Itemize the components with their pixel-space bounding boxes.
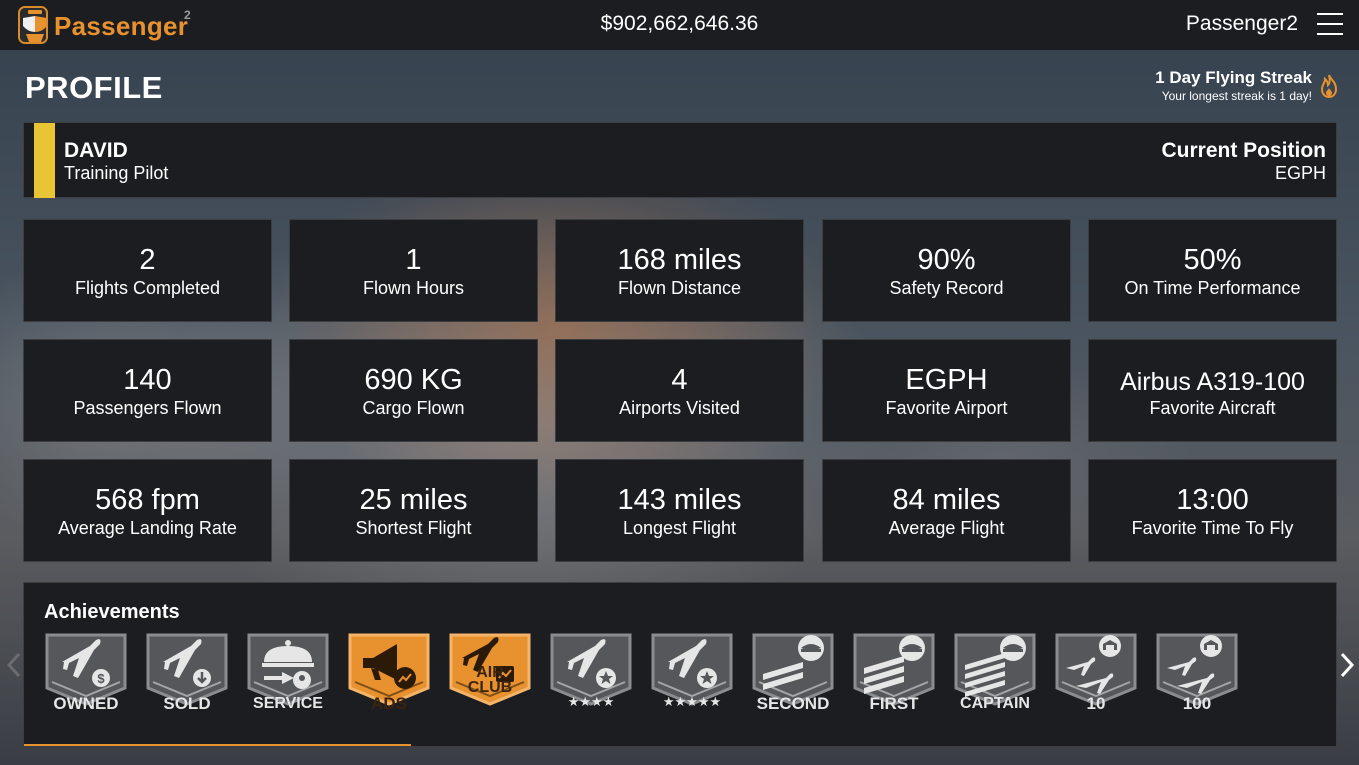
stat-airports-visited: 4 Airports Visited xyxy=(555,339,804,442)
stat-label: Average Flight xyxy=(888,518,1005,538)
stat-label: Average Landing Rate xyxy=(58,518,237,538)
achievement-label: SECOND xyxy=(756,694,830,713)
achievement-label: AIR xyxy=(476,664,504,681)
stat-value: 84 miles xyxy=(892,484,1001,516)
stat-value: 690 KG xyxy=(364,364,463,396)
stat-label: Flights Completed xyxy=(74,278,221,298)
achievement-badge[interactable]: ★★★★ xyxy=(549,632,633,709)
achievement-badge[interactable]: FIRST xyxy=(852,632,936,712)
stat-favorite-aircraft: Airbus A319-100 Favorite Aircraft xyxy=(1088,339,1337,442)
rank-color-stripe xyxy=(34,123,55,198)
stat-on-time-performance: 50% On Time Performance xyxy=(1088,219,1337,322)
stat-label: Favorite Time To Fly xyxy=(1131,518,1294,538)
stat-value: 25 miles xyxy=(359,484,468,516)
stat-value: 140 xyxy=(123,364,172,396)
achievement-badge[interactable]: $ OWNED xyxy=(44,632,128,712)
stat-label: Cargo Flown xyxy=(362,398,465,418)
stat-value: 90% xyxy=(917,244,976,276)
stat-label: On Time Performance xyxy=(1124,278,1301,298)
stat-value: 13:00 xyxy=(1176,484,1249,516)
stat-cargo-flown: 690 KG Cargo Flown xyxy=(289,339,538,442)
achievement-badge[interactable]: SOLD xyxy=(145,632,229,712)
stat-label: Favorite Aircraft xyxy=(1149,398,1276,418)
stat-favorite-airport: EGPH Favorite Airport xyxy=(822,339,1071,442)
achievement-badge[interactable]: ADS xyxy=(347,632,431,712)
stat-label: Flown Distance xyxy=(617,278,742,298)
stat-average-landing-rate: 568 fpm Average Landing Rate xyxy=(23,459,272,562)
pilot-rank: Training Pilot xyxy=(64,163,169,183)
stat-label: Safety Record xyxy=(889,278,1004,298)
stat-label: Longest Flight xyxy=(622,518,737,538)
achievement-badge[interactable]: 10 xyxy=(1054,632,1138,712)
achievements-panel: Achievements $ OWNED SOLD SERVICE ADS AIR CLUB… xyxy=(23,582,1337,747)
achievement-badge[interactable]: SECOND xyxy=(751,632,835,712)
stat-value: 168 miles xyxy=(617,244,742,276)
achievement-badge[interactable]: AIR CLUB xyxy=(448,632,532,706)
streak-subtitle: Your longest streak is 1 day! xyxy=(1161,89,1312,103)
stat-label: Passengers Flown xyxy=(73,398,222,418)
stat-label: Favorite Airport xyxy=(885,398,1008,418)
achievement-label: ★★★★★ xyxy=(662,694,722,709)
flying-streak: 1 Day Flying Streak Your longest streak … xyxy=(1155,68,1312,103)
stat-label: Airports Visited xyxy=(619,398,740,418)
achievements-scroll-indicator xyxy=(24,744,411,746)
stat-label: Flown Hours xyxy=(362,278,465,298)
stat-safety-record: 90% Safety Record xyxy=(822,219,1071,322)
stat-shortest-flight: 25 miles Shortest Flight xyxy=(289,459,538,562)
chevron-right-icon[interactable] xyxy=(1337,650,1357,680)
stat-flown-hours: 1 Flown Hours xyxy=(289,219,538,322)
current-position-label: Current Position xyxy=(1161,139,1326,162)
achievement-label: 10 xyxy=(1086,694,1106,713)
achievement-badge[interactable]: SERVICE xyxy=(246,632,330,712)
account-balance: $902,662,646.36 xyxy=(600,12,759,35)
svg-text:$: $ xyxy=(97,671,105,686)
pilot-card: DAVID Training Pilot Current Position EG… xyxy=(23,122,1337,198)
stat-flights-completed: 2 Flights Completed xyxy=(23,219,272,322)
stat-value: 2 xyxy=(139,244,156,276)
achievement-label: FIRST xyxy=(869,694,919,713)
achievement-label: OWNED xyxy=(53,694,119,713)
achievement-label: ★★★★ xyxy=(567,694,615,709)
achievement-label: 100 xyxy=(1182,694,1212,713)
stat-average-flight: 84 miles Average Flight xyxy=(822,459,1071,562)
achievement-label: SERVICE xyxy=(253,695,323,712)
achievement-label: ADS xyxy=(371,694,407,713)
achievement-badge[interactable]: 100 xyxy=(1155,632,1239,712)
stat-flown-distance: 168 miles Flown Distance xyxy=(555,219,804,322)
stat-value: 50% xyxy=(1183,244,1242,276)
stat-favorite-time-to-fly: 13:00 Favorite Time To Fly xyxy=(1088,459,1337,562)
hamburger-menu-icon[interactable] xyxy=(1317,13,1343,35)
current-position-value: EGPH xyxy=(1274,163,1326,183)
flame-icon xyxy=(1319,74,1339,99)
chevron-left-icon[interactable] xyxy=(4,650,24,680)
username[interactable]: Passenger2 xyxy=(1186,12,1298,36)
top-bar: Passenger 2 $902,662,646.36 Passenger2 xyxy=(0,0,1359,50)
stat-passengers-flown: 140 Passengers Flown xyxy=(23,339,272,442)
achievements-title: Achievements xyxy=(44,601,180,623)
stat-value: 4 xyxy=(671,364,688,396)
pilot-name: DAVID xyxy=(64,139,128,162)
stat-longest-flight: 143 miles Longest Flight xyxy=(555,459,804,562)
stat-value: 1 xyxy=(405,244,422,276)
stat-value: 568 fpm xyxy=(95,484,200,516)
achievement-badge[interactable]: ★★★★★ xyxy=(650,632,734,709)
achievement-label-line2: CLUB xyxy=(467,679,513,696)
stat-value: 143 miles xyxy=(617,484,742,516)
stat-value: Airbus A319-100 xyxy=(1120,368,1305,396)
stat-value: EGPH xyxy=(905,364,988,396)
achievement-badge[interactable]: CAPTAIN xyxy=(953,632,1037,712)
stat-label: Shortest Flight xyxy=(355,518,472,538)
streak-title: 1 Day Flying Streak xyxy=(1155,68,1312,87)
achievement-label: CAPTAIN xyxy=(960,695,1030,712)
page-title: PROFILE xyxy=(25,70,163,105)
achievement-label: SOLD xyxy=(163,694,211,713)
